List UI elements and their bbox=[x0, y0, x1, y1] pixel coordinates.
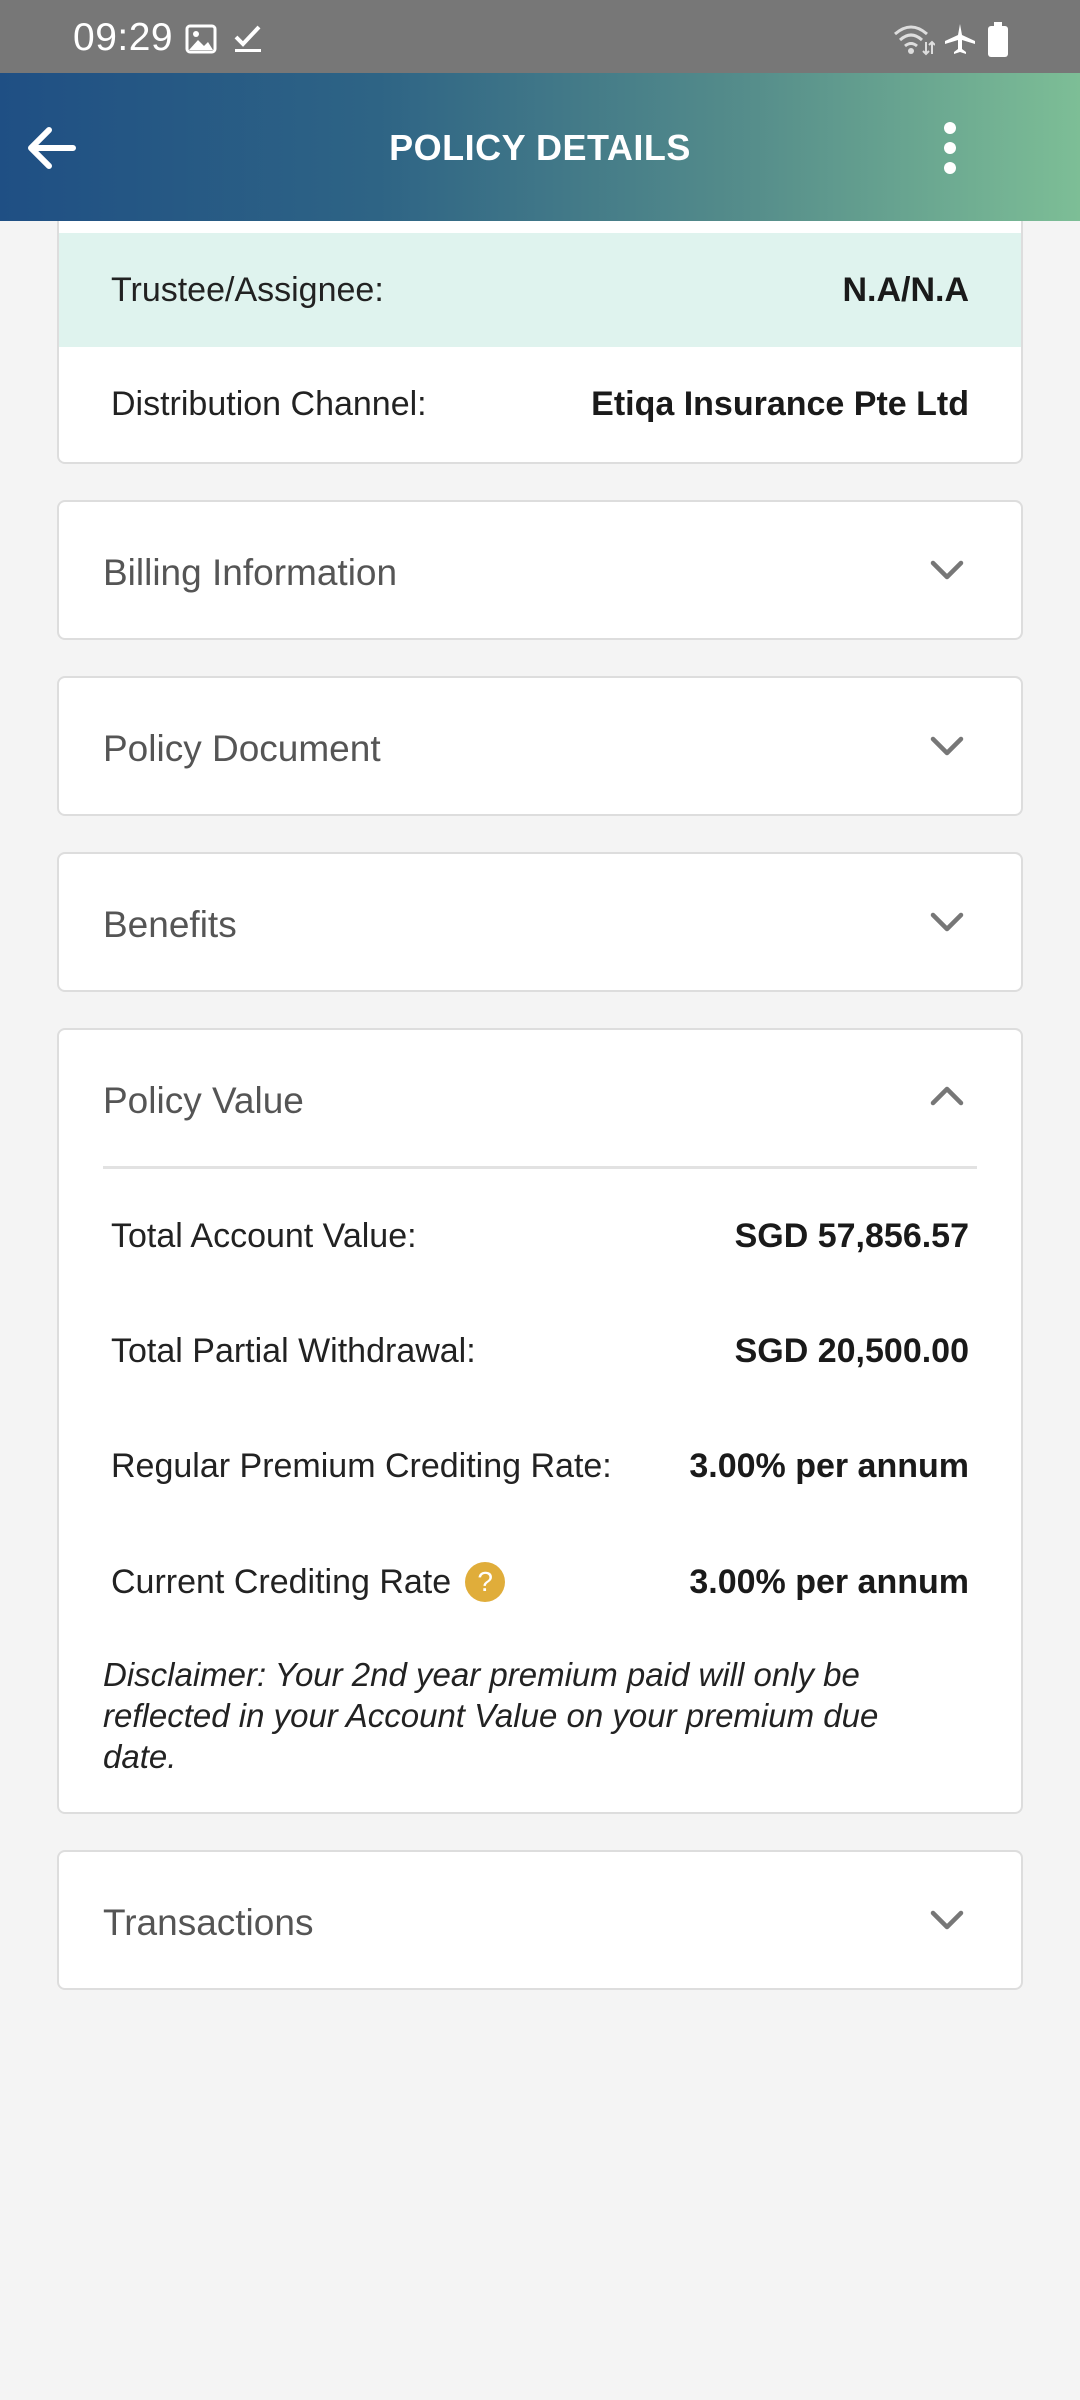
chevron-down-icon[interactable] bbox=[927, 902, 967, 942]
image-icon bbox=[185, 24, 217, 54]
battery-icon bbox=[988, 22, 1008, 57]
current-crediting-rate-value: 3.00% per annum bbox=[689, 1562, 969, 1601]
current-crediting-rate-label-wrap: Current Crediting Rate ? bbox=[111, 1562, 506, 1602]
more-vertical-icon bbox=[944, 122, 956, 134]
billing-information-title: Billing Information bbox=[103, 552, 398, 593]
distribution-channel-value: Etiqa Insurance Pte Ltd bbox=[591, 384, 969, 423]
benefits-title: Benefits bbox=[103, 904, 237, 945]
current-crediting-rate-row: Current Crediting Rate ? 3.00% per annum bbox=[111, 1554, 969, 1610]
total-account-value: SGD 57,856.57 bbox=[734, 1216, 969, 1255]
transactions-section[interactable]: Transactions bbox=[57, 1850, 1023, 1990]
regular-premium-crediting-rate-value: 3.00% per annum bbox=[689, 1446, 969, 1485]
billing-information-section[interactable]: Billing Information bbox=[57, 500, 1023, 640]
status-bar: 09:29 bbox=[0, 0, 1080, 73]
trustee-value: N.A/N.A bbox=[842, 270, 969, 309]
check-icon bbox=[234, 25, 261, 52]
policy-document-section[interactable]: Policy Document bbox=[57, 676, 1023, 816]
trustee-row: Trustee/Assignee: N.A/N.A bbox=[59, 233, 1021, 347]
distribution-channel-label: Distribution Channel: bbox=[111, 384, 427, 423]
help-icon[interactable]: ? bbox=[465, 1562, 506, 1602]
total-partial-withdrawal-value: SGD 20,500.00 bbox=[734, 1331, 969, 1370]
wifi-icon bbox=[894, 25, 935, 56]
disclaimer-text: Disclaimer: Your 2nd year premium paid w… bbox=[103, 1656, 879, 1775]
regular-premium-crediting-rate-label: Regular Premium Crediting Rate: bbox=[111, 1446, 612, 1485]
distribution-channel-row: Distribution Channel: Etiqa Insurance Pt… bbox=[59, 347, 1021, 461]
chevron-up-icon[interactable] bbox=[927, 1076, 967, 1116]
section-divider bbox=[103, 1166, 977, 1169]
more-options-button[interactable] bbox=[920, 113, 980, 183]
total-account-value-label: Total Account Value: bbox=[111, 1216, 417, 1255]
app-header: POLICY DETAILS bbox=[0, 73, 1080, 221]
total-partial-withdrawal-row: Total Partial Withdrawal: SGD 20,500.00 bbox=[111, 1323, 969, 1379]
page-title: POLICY DETAILS bbox=[389, 127, 691, 168]
current-crediting-rate-label: Current Crediting Rate bbox=[111, 1562, 452, 1601]
status-time: 09:29 bbox=[73, 16, 174, 59]
benefits-section[interactable]: Benefits bbox=[57, 852, 1023, 992]
total-account-value-row: Total Account Value: SGD 57,856.57 bbox=[111, 1208, 969, 1264]
chevron-down-icon[interactable] bbox=[927, 550, 967, 590]
policy-document-title: Policy Document bbox=[103, 728, 381, 769]
total-partial-withdrawal-label: Total Partial Withdrawal: bbox=[111, 1331, 476, 1370]
policy-value-title: Policy Value bbox=[103, 1080, 304, 1121]
trustee-label: Trustee/Assignee: bbox=[111, 270, 384, 309]
airplane-icon bbox=[945, 24, 975, 54]
regular-premium-crediting-rate-row: Regular Premium Crediting Rate: 3.00% pe… bbox=[111, 1438, 969, 1494]
chevron-down-icon[interactable] bbox=[927, 1900, 967, 1940]
policy-info-card: Trustee/Assignee: N.A/N.A Distribution C… bbox=[57, 221, 1023, 464]
chevron-down-icon[interactable] bbox=[927, 726, 967, 766]
policy-value-section: Policy Value Total Account Value: SGD 57… bbox=[57, 1028, 1023, 1814]
transactions-title: Transactions bbox=[103, 1902, 314, 1943]
